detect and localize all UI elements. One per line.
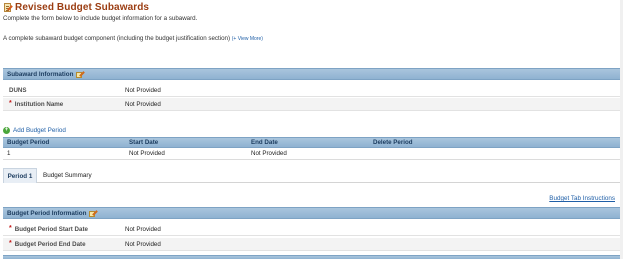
end-date-cell: Not Provided	[251, 150, 287, 157]
field-label: * Budget Period End Date	[9, 240, 86, 248]
budget-edit-icon	[3, 3, 13, 12]
field-value: Not Provided	[125, 86, 161, 94]
institution-name-row: * Institution Name Not Provided	[3, 98, 620, 111]
plus-circle-icon: +	[3, 127, 10, 134]
period-start-date-row: * Budget Period Start Date Not Provided	[3, 223, 620, 236]
field-label: DUNS	[9, 86, 27, 94]
column-header: End Date	[251, 139, 278, 146]
page-title-row: Revised Budget Subawards	[3, 2, 149, 13]
required-asterisk: *	[9, 100, 12, 107]
duns-row: DUNS Not Provided	[3, 84, 620, 97]
component-text: A complete subaward budget component (in…	[3, 35, 231, 42]
revised-budget-subawards-page: Revised Budget Subawards Complete the fo…	[0, 0, 623, 259]
field-label: * Budget Period Start Date	[9, 225, 88, 233]
next-section-header	[3, 255, 620, 259]
start-date-cell: Not Provided	[129, 150, 165, 157]
view-more-link[interactable]: (+ View More)	[232, 36, 263, 42]
field-label: * Institution Name	[9, 100, 64, 108]
pencil-edit-icon[interactable]	[76, 70, 86, 78]
required-asterisk: *	[9, 240, 12, 247]
section-title: Budget Period Information	[7, 209, 87, 217]
period-end-date-row: * Budget Period End Date Not Provided	[3, 238, 620, 251]
field-value: Not Provided	[125, 100, 161, 108]
add-budget-period-button[interactable]: + Add Budget Period	[3, 127, 66, 134]
tab-budget-summary[interactable]: Budget Summary	[43, 168, 92, 183]
pencil-edit-icon[interactable]	[89, 209, 99, 217]
budget-tab-instructions-link[interactable]: Budget Tab Instructions	[549, 195, 615, 202]
field-value: Not Provided	[125, 240, 161, 248]
field-value: Not Provided	[125, 225, 161, 233]
component-description: A complete subaward budget component (in…	[3, 35, 263, 42]
table-row[interactable]: 1 Not Provided Not Provided	[3, 148, 620, 160]
page-title: Revised Budget Subawards	[15, 2, 150, 13]
subaward-information-header: Subaward Information	[3, 68, 620, 80]
budget-period-information-header: Budget Period Information	[3, 207, 620, 219]
period-cell: 1	[7, 150, 11, 157]
add-budget-period-label: Add Budget Period	[13, 127, 66, 134]
period-tabs: Period 1 Budget Summary	[3, 168, 620, 183]
column-header: Start Date	[129, 139, 159, 146]
section-title: Subaward Information	[7, 70, 74, 78]
budget-period-table-header: Budget Period Start Date End Date Delete…	[3, 137, 620, 148]
intro-text: Complete the form below to include budge…	[3, 15, 198, 22]
column-header: Budget Period	[7, 139, 50, 146]
required-asterisk: *	[9, 225, 12, 232]
column-header: Delete Period	[373, 139, 413, 146]
tab-period-1[interactable]: Period 1	[3, 168, 37, 183]
